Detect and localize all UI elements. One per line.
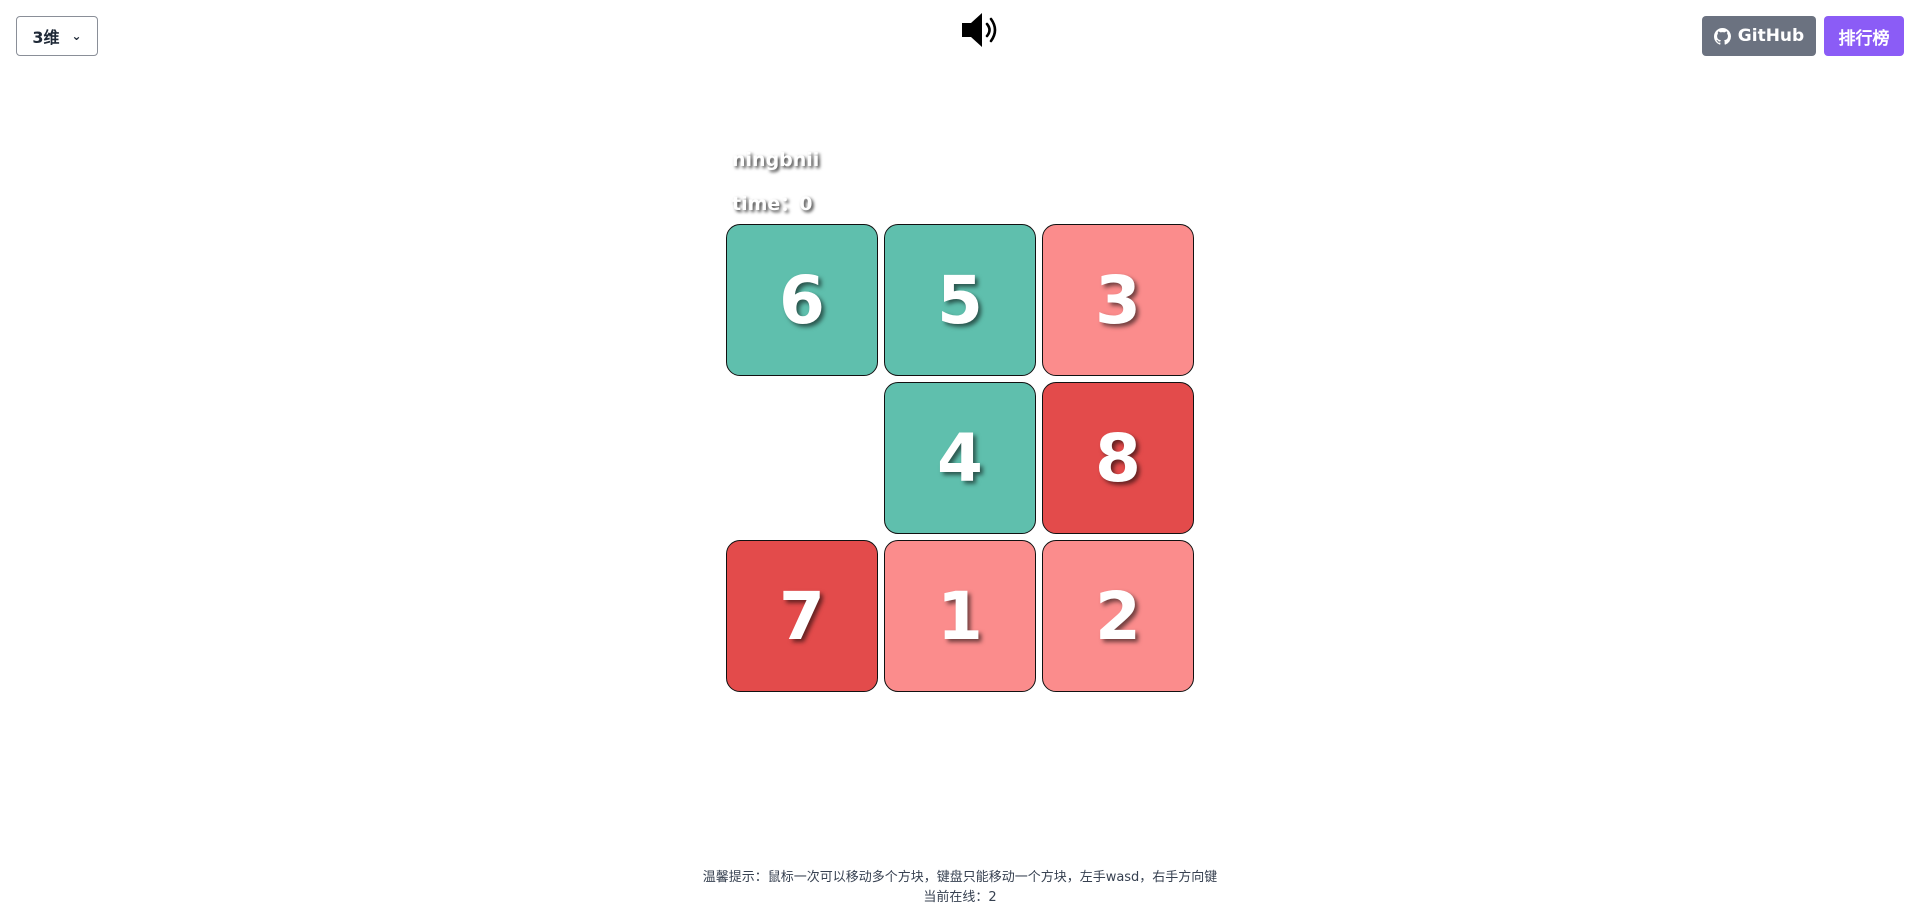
game-page: 3维 ⌄ GitHub 排行榜 ningbnii time：0 65348712…	[0, 0, 1920, 919]
timer-value: 0	[799, 193, 813, 215]
timer: time：0	[732, 189, 813, 216]
online-value: 2	[988, 890, 997, 905]
tile-1[interactable]: 1	[884, 540, 1036, 692]
chevron-down-icon: ⌄	[71, 29, 82, 43]
github-button[interactable]: GitHub	[1702, 16, 1816, 56]
github-label: GitHub	[1737, 26, 1805, 46]
dimension-select[interactable]: 3维 ⌄	[16, 16, 98, 56]
tile-3[interactable]: 3	[1042, 224, 1194, 376]
puzzle-board: 65348 712	[726, 224, 1196, 694]
timer-label: time：	[732, 193, 800, 215]
leaderboard-button[interactable]: 排行榜	[1824, 16, 1904, 56]
tile-4[interactable]: 4	[884, 382, 1036, 534]
tile-6[interactable]: 6	[726, 224, 878, 376]
tile-5[interactable]: 5	[884, 224, 1036, 376]
player-name: ningbnii	[732, 149, 820, 171]
hint-text: 温馨提示：鼠标一次可以移动多个方块，键盘只能移动一个方块，左手wasd，右手方向…	[702, 870, 1218, 885]
leaderboard-label: 排行榜	[1838, 28, 1890, 49]
speaker-icon[interactable]	[958, 8, 1004, 52]
online-label: 当前在线：	[923, 890, 989, 905]
github-icon	[1713, 27, 1731, 45]
dimension-select-value: 3维	[32, 28, 60, 47]
tile-8[interactable]: 8	[1042, 382, 1194, 534]
tile-7[interactable]: 7	[726, 540, 878, 692]
empty-slot	[726, 382, 878, 534]
tile-2[interactable]: 2	[1042, 540, 1194, 692]
online-count: 当前在线：2	[0, 886, 1920, 905]
